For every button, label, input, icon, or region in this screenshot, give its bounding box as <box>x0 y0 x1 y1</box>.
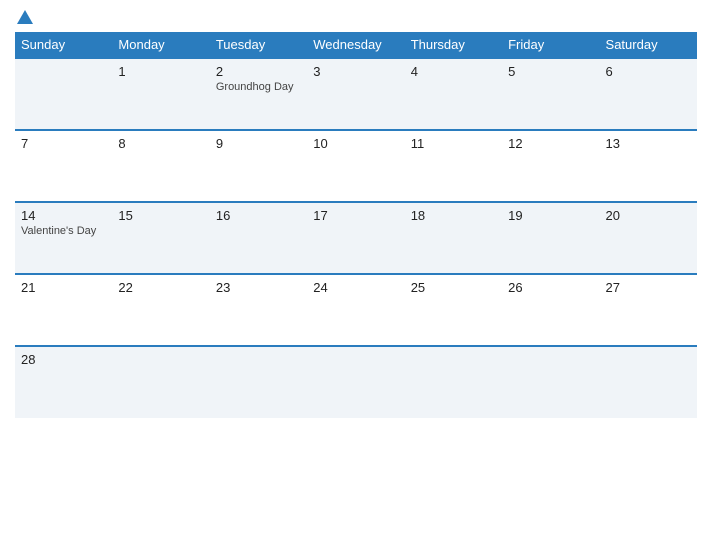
day-cell: 8 <box>112 130 209 202</box>
day-cell: 25 <box>405 274 502 346</box>
day-number: 10 <box>313 136 398 151</box>
week-row-3: 14 Valentine's Day 15 16 17 18 19 20 <box>15 202 697 274</box>
day-cell: 9 <box>210 130 307 202</box>
week-row-1: 12 Groundhog Day 3456 <box>15 58 697 130</box>
day-cell: 2 Groundhog Day <box>210 58 307 130</box>
day-number: 21 <box>21 280 106 295</box>
header <box>15 10 697 26</box>
day-number: 12 <box>508 136 593 151</box>
day-cell: 1 <box>112 58 209 130</box>
day-number: 26 <box>508 280 593 295</box>
day-number: 6 <box>606 64 691 79</box>
day-number: 7 <box>21 136 106 151</box>
day-cell <box>112 346 209 418</box>
day-cell: 3 <box>307 58 404 130</box>
day-cell: 4 <box>405 58 502 130</box>
day-cell: 5 <box>502 58 599 130</box>
col-monday: Monday <box>112 32 209 58</box>
week-row-4: 21 22 23 24 25 26 27 <box>15 274 697 346</box>
day-cell: 27 <box>600 274 697 346</box>
day-cell: 18 <box>405 202 502 274</box>
day-number: 4 <box>411 64 496 79</box>
day-number: 28 <box>21 352 106 367</box>
day-cell: 17 <box>307 202 404 274</box>
day-number: 11 <box>411 136 496 151</box>
day-cell: 26 <box>502 274 599 346</box>
day-cell: 24 <box>307 274 404 346</box>
col-thursday: Thursday <box>405 32 502 58</box>
day-number: 15 <box>118 208 203 223</box>
day-number: 8 <box>118 136 203 151</box>
day-cell: 14 Valentine's Day <box>15 202 112 274</box>
day-cell: 10 <box>307 130 404 202</box>
calendar-table: Sunday Monday Tuesday Wednesday Thursday… <box>15 32 697 418</box>
day-cell: 6 <box>600 58 697 130</box>
day-number: 1 <box>118 64 203 79</box>
day-cell <box>600 346 697 418</box>
day-number: 22 <box>118 280 203 295</box>
day-number: 17 <box>313 208 398 223</box>
holiday-label: Valentine's Day <box>21 225 106 237</box>
day-cell <box>405 346 502 418</box>
day-cell <box>502 346 599 418</box>
day-number: 2 <box>216 64 301 79</box>
day-cell <box>307 346 404 418</box>
day-cell: 7 <box>15 130 112 202</box>
day-cell: 13 <box>600 130 697 202</box>
day-number: 5 <box>508 64 593 79</box>
day-cell: 28 <box>15 346 112 418</box>
day-cell: 23 <box>210 274 307 346</box>
col-sunday: Sunday <box>15 32 112 58</box>
logo-triangle-icon <box>17 10 33 24</box>
day-number: 27 <box>606 280 691 295</box>
day-number: 3 <box>313 64 398 79</box>
days-of-week-row: Sunday Monday Tuesday Wednesday Thursday… <box>15 32 697 58</box>
week-row-5: 28 <box>15 346 697 418</box>
calendar-page: Sunday Monday Tuesday Wednesday Thursday… <box>0 0 712 550</box>
day-number: 20 <box>606 208 691 223</box>
day-number: 9 <box>216 136 301 151</box>
day-number: 18 <box>411 208 496 223</box>
logo <box>15 10 33 26</box>
day-number: 23 <box>216 280 301 295</box>
col-friday: Friday <box>502 32 599 58</box>
holiday-label: Groundhog Day <box>216 81 301 93</box>
col-saturday: Saturday <box>600 32 697 58</box>
day-number: 19 <box>508 208 593 223</box>
day-cell: 16 <box>210 202 307 274</box>
col-wednesday: Wednesday <box>307 32 404 58</box>
day-number: 25 <box>411 280 496 295</box>
day-cell <box>15 58 112 130</box>
day-number: 16 <box>216 208 301 223</box>
day-cell: 22 <box>112 274 209 346</box>
day-cell: 21 <box>15 274 112 346</box>
day-cell: 15 <box>112 202 209 274</box>
day-cell: 11 <box>405 130 502 202</box>
day-cell <box>210 346 307 418</box>
day-number: 24 <box>313 280 398 295</box>
day-cell: 12 <box>502 130 599 202</box>
col-tuesday: Tuesday <box>210 32 307 58</box>
day-cell: 20 <box>600 202 697 274</box>
week-row-2: 789 10 11 12 13 <box>15 130 697 202</box>
day-number: 14 <box>21 208 106 223</box>
day-number: 13 <box>606 136 691 151</box>
day-cell: 19 <box>502 202 599 274</box>
